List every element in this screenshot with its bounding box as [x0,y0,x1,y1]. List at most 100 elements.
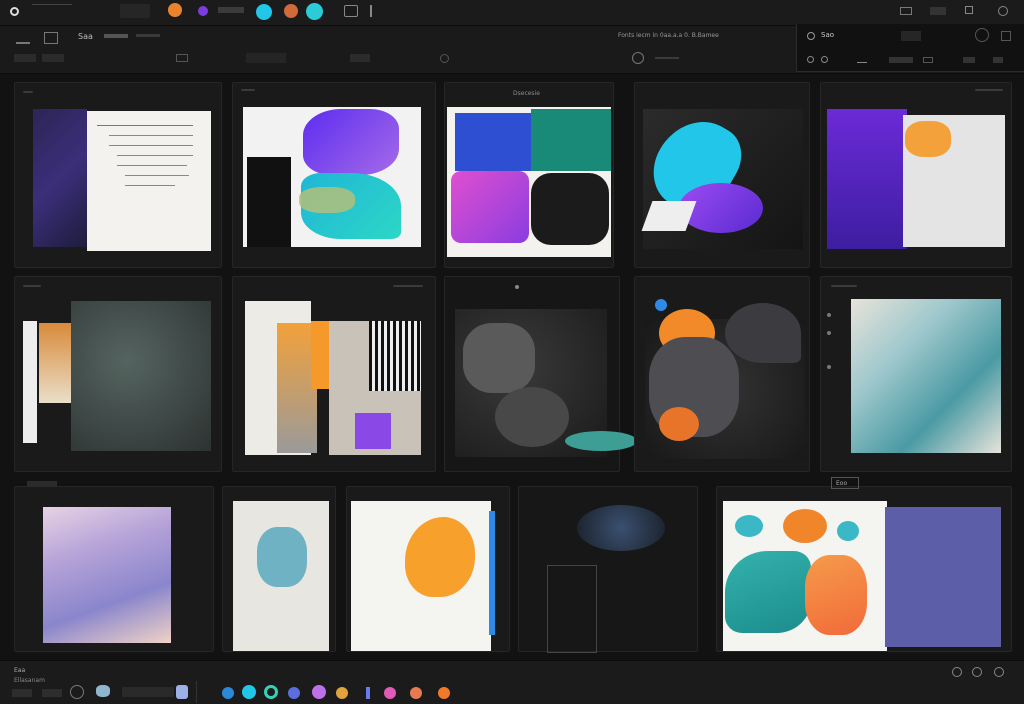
violet-shape [303,109,399,175]
orange-ball [659,407,699,441]
cell-bar [23,285,41,287]
p-icon-3[interactable] [857,57,867,63]
cell-bar [241,89,255,91]
badge-label: Eoo [836,480,848,487]
p-icon-6[interactable] [963,57,975,63]
violet-swatch-icon[interactable] [198,6,208,16]
p-icon-5[interactable] [923,57,933,63]
center-status: Fonts iecm in 0aa.a.a 0. B.Bamee [618,32,719,39]
orange-swatch-icon[interactable] [168,3,182,17]
layers-icon[interactable] [344,5,358,17]
rotate-bar [655,57,679,59]
cell-sheet-k[interactable] [14,481,214,652]
cell-sheet-j[interactable] [820,276,1012,472]
cell-sheet-l[interactable] [222,486,336,652]
magenta-square [451,171,529,243]
opt-5[interactable] [350,54,370,62]
cell-bar [23,91,33,93]
rotate-icon[interactable] [632,52,644,64]
tool-group-button[interactable] [120,4,150,18]
settings-icon[interactable] [965,6,973,14]
gray-wing [725,303,801,363]
cell-sheet-c[interactable]: Dsecesie [444,82,614,268]
black-block [247,157,291,247]
drop-icon[interactable] [222,687,234,699]
panel-icon[interactable] [807,32,815,40]
cell-sheet-b[interactable] [232,82,436,268]
menu-line [32,4,72,5]
smudge-icon[interactable] [288,687,300,699]
indigo-block [885,507,1001,647]
cell-sheet-h[interactable] [444,276,637,472]
fish-icon[interactable] [410,687,422,699]
green-square [531,109,611,171]
slate-wash [71,301,211,451]
dock-circle-icon[interactable] [70,685,84,699]
text-line [125,185,175,186]
text-line [109,145,193,146]
circle-icon[interactable] [264,685,278,699]
cell-sheet-n[interactable] [518,486,698,653]
orange-mark [905,121,951,157]
opt-3[interactable] [176,54,188,62]
panel-button[interactable] [901,31,921,41]
cell-sheet-i[interactable] [634,276,810,472]
zoom-icon[interactable] [952,667,962,677]
wand-icon[interactable] [366,687,370,699]
frame [547,565,597,653]
dock-button-2[interactable] [42,689,62,697]
preset-bar-2 [136,34,160,37]
cloud-icon[interactable] [96,685,110,697]
p-icon-7[interactable] [993,57,1003,63]
cell-sheet-o[interactable]: Eoo [716,477,1012,652]
cell-sheet-f[interactable] [14,276,222,472]
properties-panel: Sao [796,24,1024,72]
window-icon[interactable] [900,7,912,15]
cell-sheet-d[interactable] [634,82,810,268]
cell-tab [27,481,57,487]
blob-icon[interactable] [312,685,326,699]
fullscreen-icon[interactable] [994,667,1004,677]
blue-edge [489,511,495,635]
cell-sheet-g[interactable] [232,276,436,472]
app-logo-icon [10,7,19,16]
panel-label: Sao [821,31,835,39]
rust-swatch-icon[interactable] [284,4,298,18]
p-icon-2[interactable] [821,56,828,63]
cell-sheet-m[interactable] [346,486,510,652]
heart-icon[interactable] [384,687,396,699]
opt-6-icon[interactable] [440,54,449,63]
brush-tool-icon[interactable] [370,5,384,17]
cell-sheet-a[interactable] [14,82,222,268]
panel-square-icon[interactable] [1001,31,1011,41]
p-icon-1[interactable] [807,56,814,63]
black-square [531,173,609,245]
panel-dial-icon[interactable] [975,28,989,42]
blue-square [455,113,531,171]
opt-1[interactable] [14,54,36,62]
top-menu-bar [0,0,1024,26]
flame-icon[interactable] [336,687,348,699]
cyan-swatch-icon[interactable] [256,4,272,20]
account-icon[interactable] [998,6,1008,16]
pen-icon[interactable] [16,32,30,44]
cell-bar [831,285,857,287]
fit-icon[interactable] [972,667,982,677]
cell-sheet-e[interactable] [820,82,1012,268]
palette-icon[interactable] [242,685,256,699]
text-line [109,135,193,136]
brush-icon[interactable] [176,685,188,699]
flask-icon[interactable] [438,687,450,699]
select-icon[interactable] [44,32,58,44]
toolbar-left-label: Saa [78,32,93,41]
dock-slider[interactable] [122,687,174,697]
preset-bar [104,34,128,38]
teal-swatch-icon[interactable] [306,3,323,20]
opt-2[interactable] [42,54,64,62]
gray-cloud-2 [495,387,569,447]
p-icon-4[interactable] [889,57,913,63]
menu-icon[interactable] [930,7,946,15]
dock-button[interactable] [12,689,32,697]
opt-4[interactable] [246,53,286,63]
teal-stroke [725,551,811,633]
